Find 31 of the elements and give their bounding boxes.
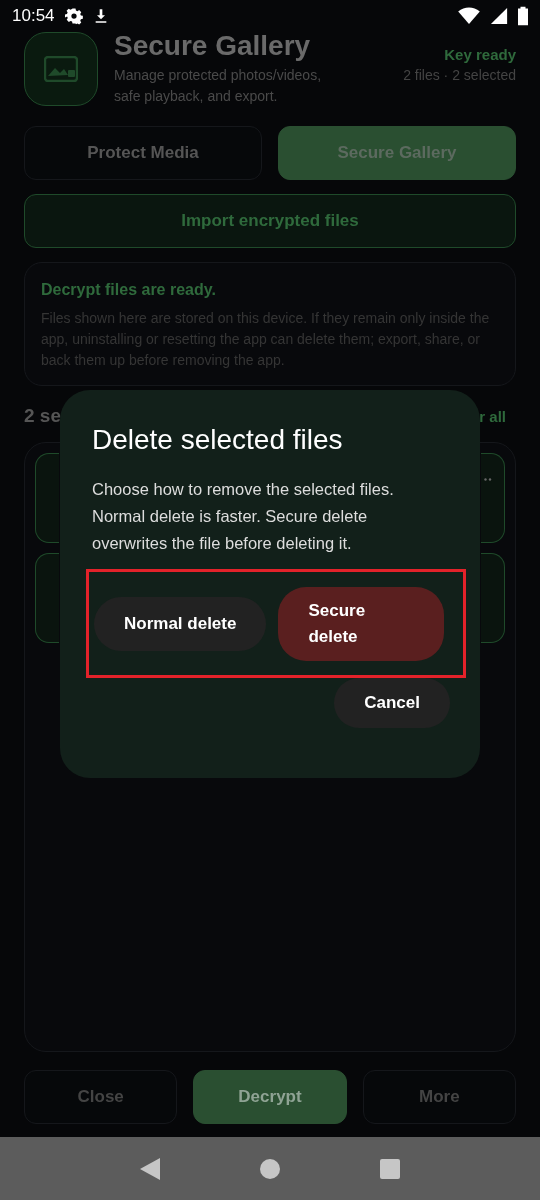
file-card[interactable]: [481, 453, 505, 543]
delete-option-button[interactable]: Normal delete: [94, 596, 267, 651]
selection-count: 2 se: [24, 405, 61, 427]
dialog-message: Choose how to remove the selected files. Normal delete is faster. Secure delete overwrites the file before deleting it.: [92, 479, 395, 554]
tab[interactable]: Protect Media: [24, 126, 262, 180]
cancel-button[interactable]: Cancel: [334, 678, 450, 728]
file-card[interactable]: [35, 453, 59, 543]
status-time: 10:54: [12, 6, 55, 26]
notice-title: Decrypt files are ready.: [41, 281, 217, 299]
app-title: Secure Gallery: [114, 29, 311, 62]
file-card[interactable]: [35, 553, 59, 643]
bottom-button[interactable]: More: [362, 1070, 516, 1124]
app-subtitle: Manage protected photos/videos, safe playback, and export.: [114, 66, 323, 106]
app-icon: [24, 32, 98, 106]
delete-option-button[interactable]: Secure delete: [278, 586, 445, 661]
bottom-button[interactable]: Close: [24, 1070, 178, 1124]
back-icon[interactable]: [140, 1157, 160, 1180]
bottom-button[interactable]: Decrypt: [193, 1070, 347, 1124]
dialog-title: Delete selected files: [92, 424, 344, 456]
battery-icon: [518, 6, 528, 26]
home-icon[interactable]: [260, 1158, 280, 1179]
import-button[interactable]: Import encrypted files: [24, 194, 516, 248]
more-icon[interactable]: [484, 478, 494, 481]
clear-link[interactable]: r all: [479, 407, 506, 425]
recents-icon[interactable]: [380, 1158, 400, 1179]
gear-icon: [64, 7, 83, 25]
wifi-icon: [458, 7, 480, 25]
key-status: Key ready: [444, 46, 516, 63]
signal-icon: [490, 7, 508, 25]
file-card[interactable]: [481, 553, 505, 643]
file-count: 2 files · 2 selected: [403, 66, 516, 85]
